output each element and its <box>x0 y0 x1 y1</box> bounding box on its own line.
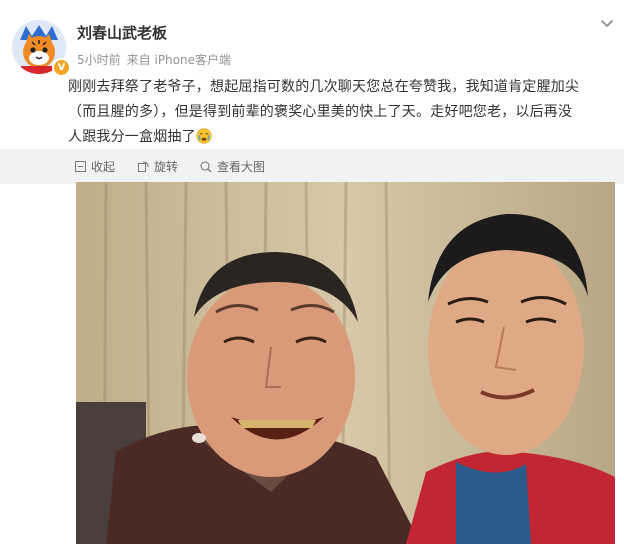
post-meta: 5小时前 来自 iPhone客户端 <box>77 51 231 68</box>
post-photo[interactable] <box>76 182 615 544</box>
view-large-button[interactable]: 查看大图 <box>200 158 265 175</box>
post-text-line: （而且腥的多），但是得到前辈的褒奖心里美的快上了天。走好吧您老，以后再没 <box>68 104 573 120</box>
post-text-line: 刚刚去拜祭了老爷子，想起屈指可数的几次聊天您总在夸赞我，我知道肯定腥加尖 <box>68 79 580 95</box>
post-content: 刚刚去拜祭了老爷子，想起屈指可数的几次聊天您总在夸赞我，我知道肯定腥加尖 （而且… <box>68 75 618 150</box>
rotate-button[interactable]: 旋转 <box>138 158 178 175</box>
post-source[interactable]: iPhone客户端 <box>154 53 231 67</box>
photo-image <box>76 182 615 544</box>
collapse-icon <box>75 161 86 172</box>
crying-face-icon <box>196 128 212 144</box>
source-prefix: 来自 <box>126 53 151 67</box>
chevron-down-icon[interactable] <box>598 14 616 32</box>
media-action-bar: 收起 旋转 查看大图 <box>0 149 624 184</box>
post-text-line: 人跟我分一盒烟抽了 <box>68 125 618 150</box>
post-time[interactable]: 5小时前 <box>77 53 121 67</box>
collapse-button[interactable]: 收起 <box>75 158 115 175</box>
magnifier-icon <box>200 160 212 172</box>
rotate-label: 旋转 <box>154 160 179 174</box>
collapse-label: 收起 <box>91 160 116 174</box>
author-name[interactable]: 刘春山武老板 <box>77 22 167 43</box>
rotate-icon <box>138 161 149 172</box>
post-header: V 刘春山武老板 5小时前 来自 iPhone客户端 <box>0 0 624 78</box>
view-large-label: 查看大图 <box>217 160 266 174</box>
post-text-span: 人跟我分一盒烟抽了 <box>68 129 196 145</box>
